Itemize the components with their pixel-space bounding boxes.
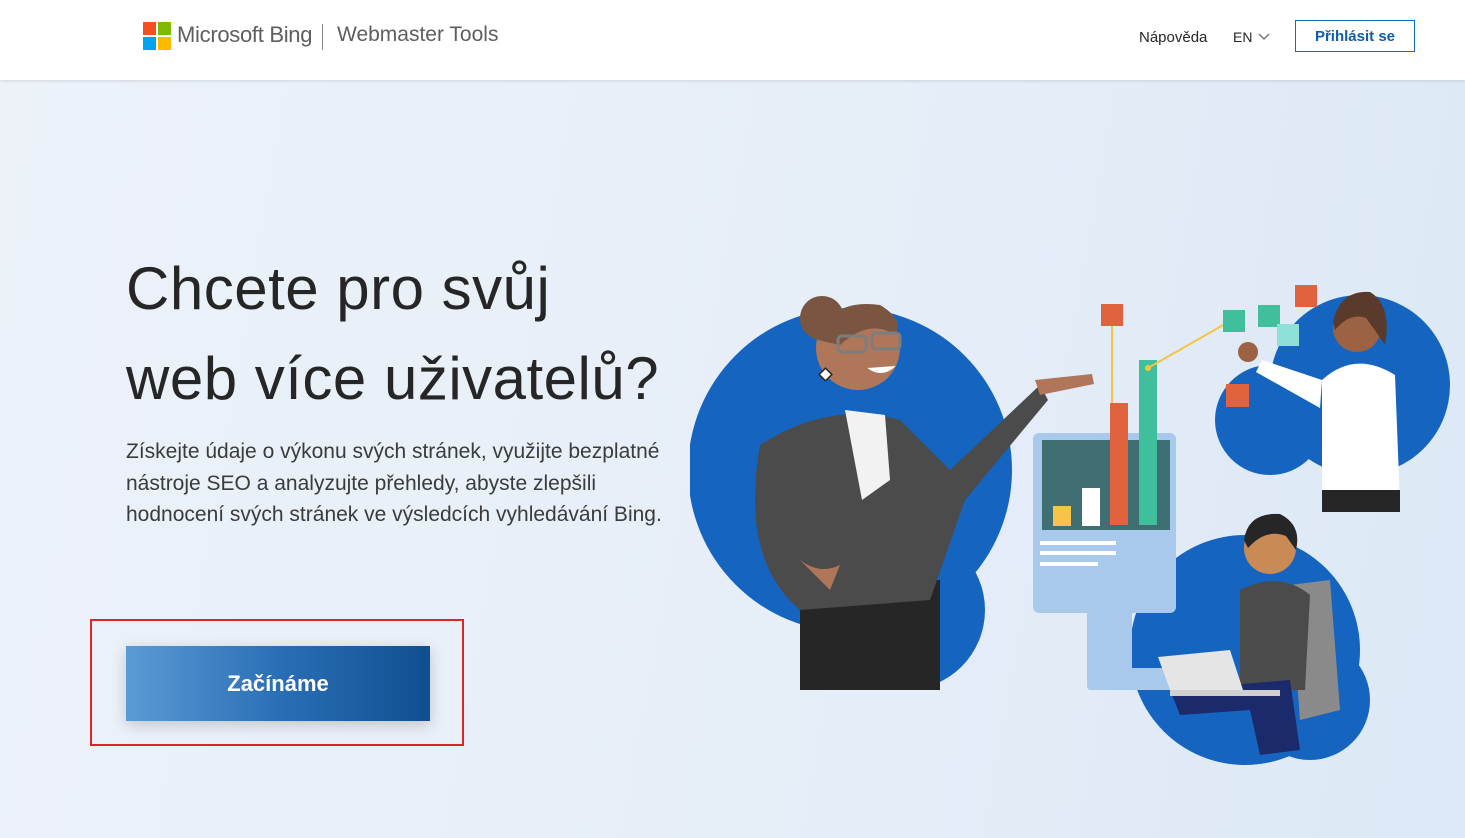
chevron-down-icon [1258, 33, 1270, 40]
hero-illustration [690, 285, 1450, 765]
get-started-button[interactable]: Začínáme [126, 646, 430, 721]
hero-title-line2: web více uživatelů? [126, 345, 660, 412]
signin-button[interactable]: Přihlásit se [1295, 20, 1415, 52]
product-name[interactable]: Webmaster Tools [337, 23, 498, 47]
header: Microsoft Bing Webmaster Tools Nápověda … [0, 0, 1465, 80]
hero-title: Chcete pro svůj web více uživatelů? [126, 244, 726, 424]
hero-title-line1: Chcete pro svůj [126, 255, 551, 322]
hero-description: Získejte údaje o výkonu svých stránek, v… [126, 440, 662, 526]
language-label: EN [1233, 29, 1253, 45]
brand-name[interactable]: Microsoft Bing [177, 22, 312, 48]
microsoft-logo-icon[interactable] [143, 22, 171, 50]
brand-divider [322, 24, 323, 50]
help-link[interactable]: Nápověda [1139, 29, 1207, 46]
language-selector[interactable]: EN [1233, 29, 1270, 45]
